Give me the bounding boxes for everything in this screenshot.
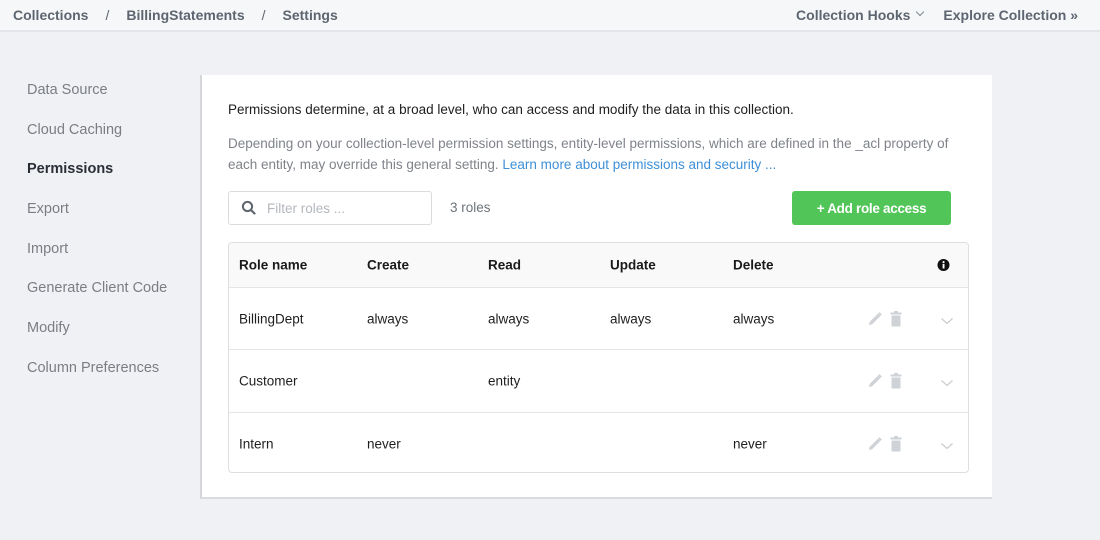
chevron-down-icon — [916, 7, 925, 17]
create-permission: always — [367, 311, 409, 327]
table-row: Customer entity — [229, 350, 968, 413]
breadcrumb-settings: Settings — [282, 7, 338, 23]
role-name: Intern — [239, 436, 274, 452]
read-permission: always — [488, 311, 530, 327]
sidebar-item-cloud-caching[interactable]: Cloud Caching — [27, 120, 167, 160]
roles-table: Role name Create Read Update Delete Bill… — [228, 242, 969, 473]
table-header: Role name Create Read Update Delete — [229, 243, 968, 288]
sidebar-item-modify[interactable]: Modify — [27, 318, 167, 358]
pencil-icon[interactable] — [867, 373, 883, 389]
read-permission: entity — [488, 373, 521, 389]
explore-collection-link[interactable]: Explore Collection » — [943, 7, 1078, 23]
permissions-intro: Permissions determine, at a broad level,… — [228, 102, 794, 117]
top-bar: Collections / BillingStatements / Settin… — [0, 0, 1100, 32]
header-delete: Delete — [733, 257, 774, 273]
delete-permission: never — [733, 436, 767, 452]
table-row: BillingDept always always always always — [229, 288, 968, 351]
breadcrumb-collections[interactable]: Collections — [13, 7, 88, 23]
sidebar-item-import[interactable]: Import — [27, 239, 167, 279]
breadcrumb-separator: / — [261, 7, 266, 23]
permissions-description: Depending on your collection-level permi… — [228, 134, 978, 175]
breadcrumb: Collections / BillingStatements / Settin… — [13, 7, 338, 23]
breadcrumb-separator: / — [105, 7, 110, 23]
add-role-access-button[interactable]: + Add role access — [792, 191, 951, 225]
trash-icon[interactable] — [890, 435, 902, 452]
trash-icon[interactable] — [890, 310, 902, 327]
settings-sidebar: Data Source Cloud Caching Permissions Ex… — [27, 80, 167, 398]
search-icon — [241, 200, 257, 216]
filter-roles-input[interactable] — [267, 200, 417, 216]
create-permission: never — [367, 436, 401, 452]
sidebar-item-permissions[interactable]: Permissions — [27, 159, 167, 199]
breadcrumb-billingstatements[interactable]: BillingStatements — [126, 7, 244, 23]
delete-permission: always — [733, 311, 775, 327]
trash-icon[interactable] — [890, 372, 902, 389]
learn-more-link[interactable]: Learn more about permissions and securit… — [502, 157, 776, 172]
collection-hooks-label: Collection Hooks — [796, 7, 911, 23]
table-row: Intern never never — [229, 413, 968, 472]
sidebar-item-data-source[interactable]: Data Source — [27, 80, 167, 120]
update-permission: always — [610, 311, 652, 327]
info-circle-icon[interactable] — [937, 259, 950, 272]
role-name: Customer — [239, 373, 298, 389]
sidebar-item-export[interactable]: Export — [27, 199, 167, 239]
header-create: Create — [367, 257, 410, 273]
header-role-name: Role name — [239, 257, 308, 273]
pencil-icon[interactable] — [867, 436, 883, 452]
pencil-icon[interactable] — [867, 311, 883, 327]
header-update: Update — [610, 257, 656, 273]
header-read: Read — [488, 257, 522, 273]
sidebar-item-generate-client-code[interactable]: Generate Client Code — [27, 278, 167, 318]
filter-roles-field[interactable] — [228, 191, 432, 225]
chevron-down-icon[interactable] — [940, 376, 954, 387]
sidebar-item-column-preferences[interactable]: Column Preferences — [27, 358, 167, 398]
chevron-down-icon[interactable] — [940, 314, 954, 324]
role-count: 3 roles — [450, 200, 491, 215]
permissions-panel: Permissions determine, at a broad level,… — [200, 75, 992, 499]
collection-hooks-dropdown[interactable]: Collection Hooks — [796, 7, 925, 23]
chevron-down-icon[interactable] — [940, 439, 954, 450]
role-name: BillingDept — [239, 311, 304, 327]
